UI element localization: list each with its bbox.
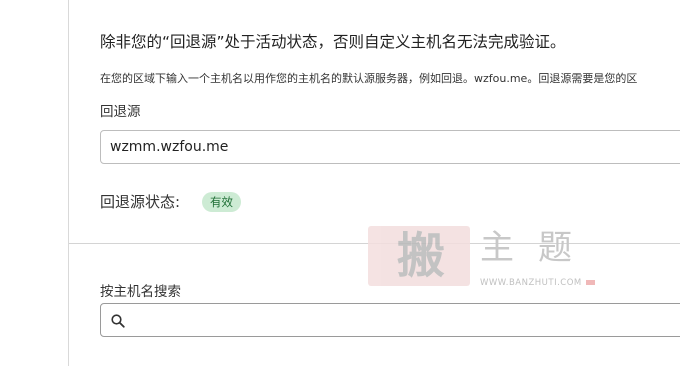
- fallback-origin-description: 在您的区域下输入一个主机名以用作您的主机名的默认源服务器，例如回退。wzfou.…: [100, 72, 638, 85]
- watermark-url: WWW.BANZHUTI.COM: [480, 278, 595, 288]
- watermark-url-text: WWW.BANZHUTI.COM: [480, 278, 582, 288]
- watermark-url-mark: [585, 280, 595, 285]
- watermark-seal-char: 搬: [396, 228, 445, 284]
- watermark-seal: 搬: [368, 226, 470, 286]
- hostname-search-label: 按主机名搜索: [100, 284, 181, 300]
- fallback-origin-input[interactable]: [100, 130, 680, 164]
- fallback-origin-status-label: 回退源状态:: [100, 193, 181, 211]
- status-badge: 有效: [202, 192, 241, 212]
- search-icon: [111, 314, 125, 328]
- fallback-origin-label: 回退源: [100, 104, 141, 120]
- fallback-origin-panel: 除非您的“回退源”处于活动状态，否则自定义主机名无法完成验证。 在您的区域下输入…: [69, 0, 680, 366]
- fallback-origin-heading: 除非您的“回退源”处于活动状态，否则自定义主机名无法完成验证。: [100, 33, 566, 51]
- watermark: 搬 主题 WWW.BANZHUTI.COM: [368, 222, 600, 292]
- hostname-search-box[interactable]: [100, 303, 680, 337]
- watermark-title: 主题: [480, 228, 596, 268]
- hostname-search-input[interactable]: [133, 305, 680, 337]
